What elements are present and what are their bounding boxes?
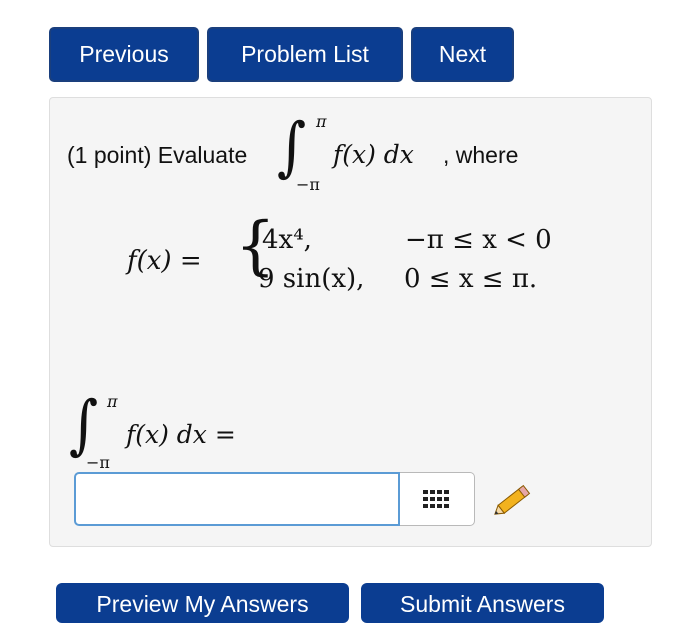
integral-lower-limit: −π (296, 175, 320, 194)
function-lhs: f(x) = (127, 246, 202, 276)
case2-expression: 9 sin(x), (258, 264, 365, 294)
answer-input[interactable] (74, 472, 400, 526)
answer-lower-limit: −π (86, 453, 110, 472)
keypad-button[interactable] (400, 472, 475, 526)
preview-answers-button[interactable]: Preview My Answers (56, 583, 349, 623)
integral-sign: ∫ (277, 110, 307, 185)
edit-button[interactable] (488, 478, 538, 523)
integrand: f(x) dx (333, 140, 414, 169)
pencil-icon (494, 484, 531, 515)
answer-integral-sign: ∫ (69, 388, 99, 463)
integral-upper-limit: π (316, 112, 327, 131)
submit-answers-button[interactable]: Submit Answers (361, 583, 604, 623)
case1-condition: −π ≤ x < 0 (405, 225, 552, 255)
answer-integrand: f(x) dx = (126, 420, 236, 449)
problem-suffix: , where (443, 142, 519, 168)
case2-condition: 0 ≤ x ≤ π. (404, 264, 538, 294)
answer-upper-limit: π (107, 392, 118, 411)
previous-button[interactable]: Previous (49, 27, 199, 82)
next-button[interactable]: Next (411, 27, 514, 82)
case1-expression: 4x⁴, (262, 225, 312, 255)
problem-list-button[interactable]: Problem List (207, 27, 403, 82)
problem-prefix: (1 point) Evaluate (67, 142, 248, 168)
keypad-icon (423, 490, 449, 508)
